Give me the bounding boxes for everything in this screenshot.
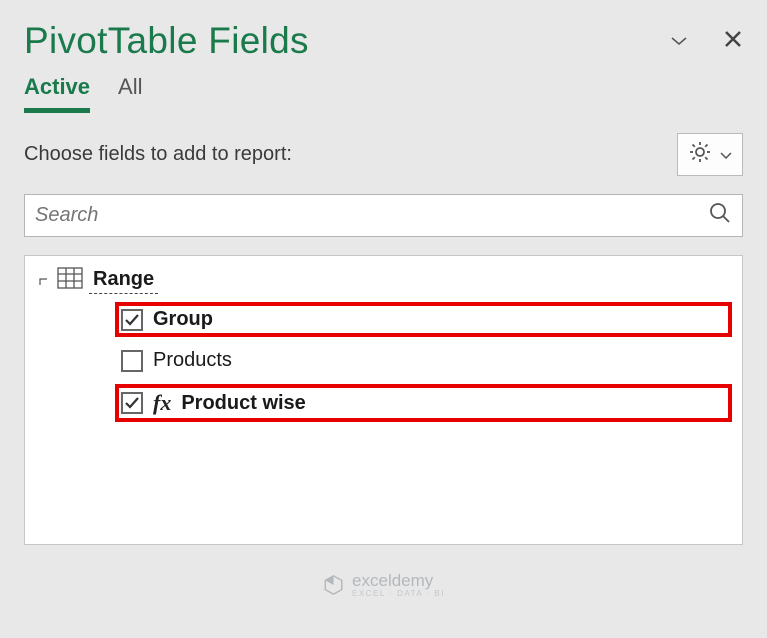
field-label: Products (153, 349, 232, 372)
table-icon (57, 267, 83, 294)
field-list: Range Group Products fx Product wise (24, 255, 743, 545)
field-item-products[interactable]: Products (117, 345, 730, 376)
watermark: exceldemy EXCEL · DATA · BI (322, 571, 445, 598)
brand-subtext: EXCEL · DATA · BI (352, 589, 445, 598)
field-item-group[interactable]: Group (117, 304, 730, 335)
panel-title: PivotTable Fields (24, 20, 309, 62)
data-source-label[interactable]: Range (89, 266, 158, 294)
checkbox-group[interactable] (121, 309, 143, 331)
search-box[interactable] (24, 194, 743, 237)
panel-menu-dropdown[interactable] (671, 32, 687, 50)
field-label: Group (153, 308, 213, 331)
fx-icon: fx (153, 390, 171, 416)
chevron-down-icon (720, 146, 732, 164)
tools-button[interactable] (677, 133, 743, 176)
close-icon[interactable] (723, 29, 743, 54)
gear-icon (688, 140, 712, 169)
tab-active[interactable]: Active (24, 74, 90, 113)
tab-all[interactable]: All (118, 74, 142, 113)
search-input[interactable] (35, 204, 708, 227)
checkbox-product-wise[interactable] (121, 392, 143, 414)
checkbox-products[interactable] (121, 350, 143, 372)
instruction-label: Choose fields to add to report: (24, 143, 292, 166)
field-item-product-wise[interactable]: fx Product wise (117, 386, 730, 420)
brand-icon (322, 574, 344, 596)
collapse-toggle[interactable] (37, 273, 51, 287)
field-label: Product wise (181, 392, 305, 415)
search-icon (708, 201, 732, 230)
brand-text: exceldemy (352, 571, 433, 590)
